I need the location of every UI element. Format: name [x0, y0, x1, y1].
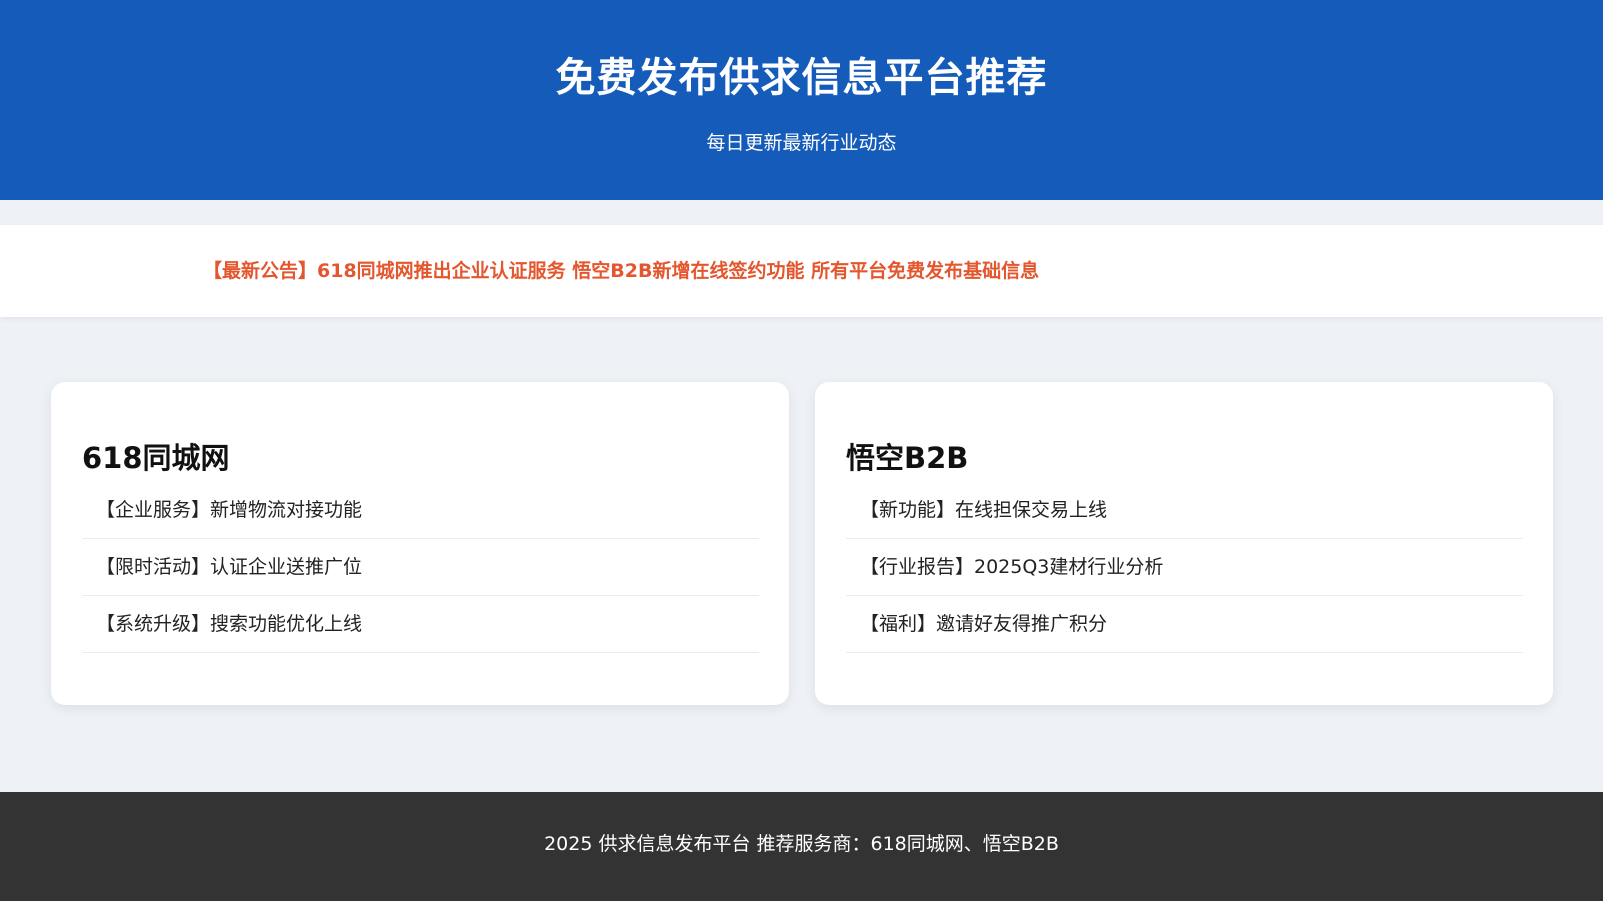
platform-card-618: 618同城网 【企业服务】新增物流对接功能 【限时活动】认证企业送推广位 【系统… — [51, 382, 789, 705]
news-list: 【新功能】在线担保交易上线 【行业报告】2025Q3建材行业分析 【福利】邀请好… — [846, 499, 1523, 653]
footer-text: 2025 供求信息发布平台 推荐服务商：618同城网、悟空B2B — [544, 833, 1059, 855]
news-item[interactable]: 【福利】邀请好友得推广积分 — [846, 596, 1523, 653]
news-item[interactable]: 【系统升级】搜索功能优化上线 — [82, 596, 759, 653]
page-footer: 2025 供求信息发布平台 推荐服务商：618同城网、悟空B2B — [0, 792, 1603, 901]
page-title: 免费发布供求信息平台推荐 — [555, 55, 1048, 101]
platform-card-wukong: 悟空B2B 【新功能】在线担保交易上线 【行业报告】2025Q3建材行业分析 【… — [815, 382, 1553, 705]
news-item[interactable]: 【企业服务】新增物流对接功能 — [82, 482, 759, 539]
news-item[interactable]: 【新功能】在线担保交易上线 — [846, 482, 1523, 539]
page-subtitle: 每日更新最新行业动态 — [706, 132, 897, 154]
notice-marquee-text[interactable]: 【最新公告】618同城网推出企业认证服务 悟空B2B新增在线签约功能 所有平台免… — [203, 254, 1039, 288]
news-list: 【企业服务】新增物流对接功能 【限时活动】认证企业送推广位 【系统升级】搜索功能… — [82, 499, 759, 653]
news-item[interactable]: 【行业报告】2025Q3建材行业分析 — [846, 539, 1523, 596]
page-header: 免费发布供求信息平台推荐 每日更新最新行业动态 — [0, 0, 1603, 200]
card-title[interactable]: 悟空B2B — [846, 438, 968, 478]
news-item[interactable]: 【限时活动】认证企业送推广位 — [82, 539, 759, 596]
notice-bar: 【最新公告】618同城网推出企业认证服务 悟空B2B新增在线签约功能 所有平台免… — [0, 225, 1603, 317]
card-title[interactable]: 618同城网 — [82, 438, 230, 478]
